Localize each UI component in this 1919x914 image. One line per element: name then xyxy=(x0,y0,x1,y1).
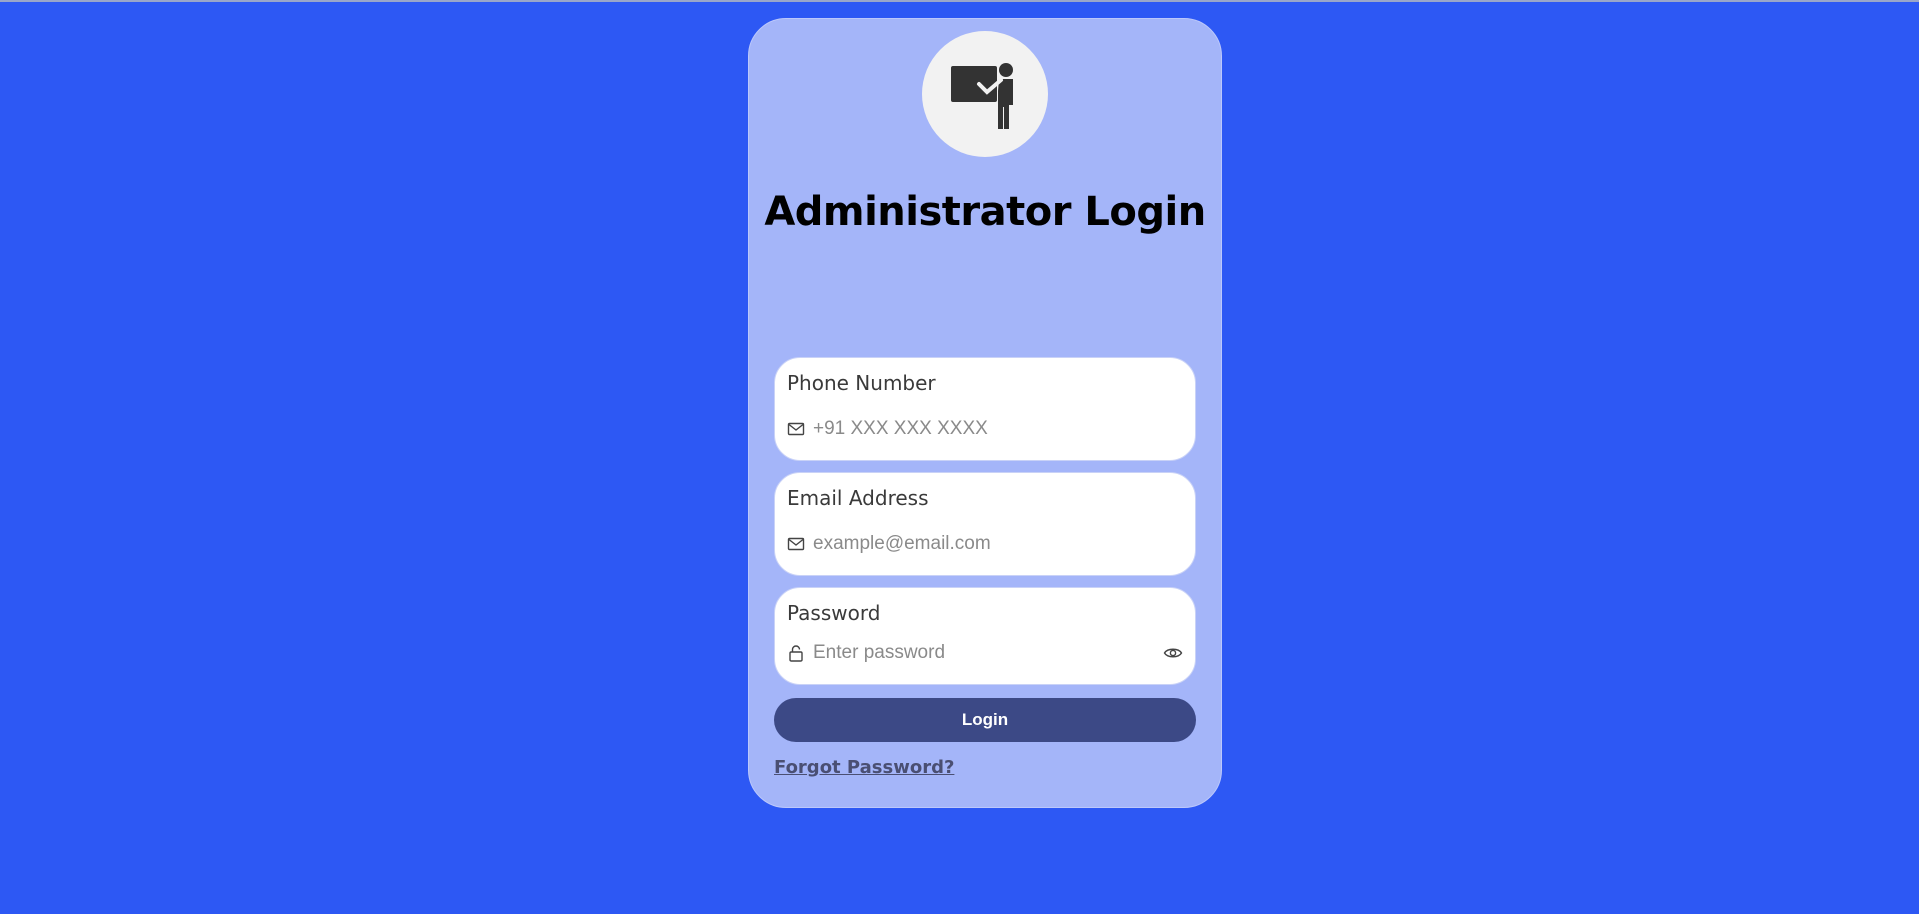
email-input[interactable] xyxy=(813,533,1183,555)
password-label: Password xyxy=(787,601,881,625)
login-card: Administrator Login Phone Number Email A… xyxy=(748,18,1222,808)
phone-input-row xyxy=(787,418,1183,440)
email-input-row xyxy=(787,533,1183,555)
phone-field: Phone Number xyxy=(774,357,1196,461)
password-input-row xyxy=(787,642,1183,664)
phone-label: Phone Number xyxy=(787,371,936,395)
mail-icon xyxy=(787,535,805,553)
phone-input[interactable] xyxy=(813,418,1183,440)
teacher-presentation-icon xyxy=(951,63,1013,129)
eye-icon[interactable] xyxy=(1163,645,1183,661)
forgot-password-link[interactable]: Forgot Password? xyxy=(774,757,954,778)
email-field: Email Address xyxy=(774,472,1196,576)
password-field: Password xyxy=(774,587,1196,685)
login-button[interactable]: Login xyxy=(774,698,1196,742)
password-input[interactable] xyxy=(813,642,1163,664)
email-label: Email Address xyxy=(787,486,929,510)
avatar xyxy=(922,31,1048,157)
lock-icon xyxy=(787,644,805,662)
page-title: Administrator Login xyxy=(764,189,1206,235)
mail-icon xyxy=(787,420,805,438)
